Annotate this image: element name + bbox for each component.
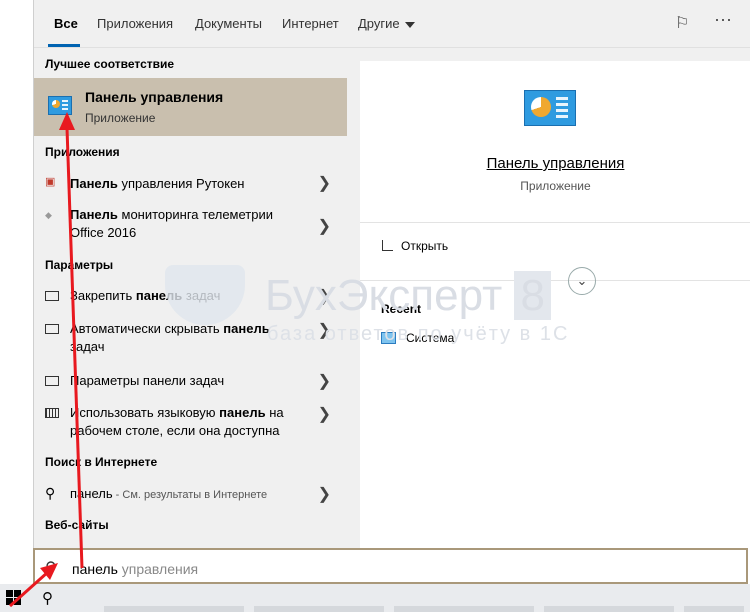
app-item-rest: мониторинга телеметрии — [117, 207, 273, 222]
setting-item-autohide[interactable]: Автоматически скрывать панель задач ❯ — [34, 320, 347, 360]
telemetry-icon: ◆ — [45, 210, 52, 220]
keyboard-icon — [45, 408, 59, 418]
app-item-rutoken[interactable]: ▣ Панель управления Рутокен ❯ — [34, 172, 347, 196]
chevron-right-icon: ❯ — [317, 322, 331, 339]
divider — [360, 222, 750, 223]
preview-pane: Панель управления Приложение Открыть ⌄ R… — [360, 61, 750, 548]
rutoken-icon: ▣ — [45, 176, 56, 188]
best-match-subtitle: Приложение — [85, 111, 156, 125]
web-suffix: - См. результаты в Интернете — [112, 489, 268, 501]
tab-apps[interactable]: Приложения — [97, 16, 173, 31]
taskbar-slot — [684, 606, 744, 612]
chevron-right-icon: ❯ — [317, 373, 331, 390]
search-box[interactable]: ⚲ панель управления — [33, 548, 748, 584]
setting-rest: на — [265, 405, 284, 420]
setting-item-taskbar-settings[interactable]: Параметры панели задач ❯ — [34, 371, 347, 395]
chevron-right-icon: ❯ — [317, 175, 331, 192]
setting-pre: Закрепить — [70, 288, 136, 303]
app-item-bold: Панель — [70, 207, 118, 222]
divider — [360, 280, 750, 281]
tab-internet[interactable]: Интернет — [282, 16, 339, 31]
section-settings: Параметры — [45, 258, 114, 272]
section-web-search: Поиск в Интернете — [45, 455, 158, 469]
setting-pre: Автоматически скрывать — [70, 321, 224, 336]
section-best-match: Лучшее соответствие — [45, 57, 175, 71]
screen: Все Приложения Документы Интернет Другие… — [0, 0, 750, 612]
taskbar-slot — [544, 606, 674, 612]
app-item-rest: управления Рутокен — [117, 176, 245, 191]
preview-subtitle: Приложение — [520, 179, 591, 193]
tab-all[interactable]: Все — [54, 16, 78, 31]
setting-line2: рабочем столе, если она доступна — [70, 423, 280, 438]
results-pane: Лучшее соответствие Панель управления Пр… — [34, 48, 347, 548]
search-icon: ⚲ — [45, 485, 56, 501]
expand-chevron-icon[interactable]: ⌄ — [568, 267, 596, 295]
open-label: Открыть — [401, 239, 449, 253]
control-panel-large-icon — [524, 90, 576, 126]
app-item-telemetry[interactable]: ◆ Панель мониторинга телеметрии Office 20… — [34, 206, 347, 246]
ellipsis-icon[interactable]: ··· — [714, 9, 732, 30]
chevron-right-icon: ❯ — [317, 218, 331, 235]
taskbar-slot — [104, 606, 244, 612]
setting-bold: панель — [223, 321, 270, 336]
caret-down-icon — [404, 21, 415, 28]
taskbar-slot — [394, 606, 534, 612]
app-item-line2: Office 2016 — [70, 225, 137, 240]
taskbar-icon — [45, 324, 59, 334]
section-apps: Приложения — [45, 145, 120, 159]
preview-title[interactable]: Панель управления — [360, 155, 750, 172]
setting-line2: задач — [70, 339, 105, 354]
search-input[interactable]: панель управления — [72, 561, 198, 577]
taskbar-icon — [45, 376, 59, 386]
system-icon — [381, 332, 396, 344]
taskbar-icon — [45, 291, 59, 301]
recent-item-system[interactable]: Система — [381, 331, 454, 345]
tab-bar: Все Приложения Документы Интернет Другие… — [34, 0, 750, 48]
best-match-item[interactable]: Панель управления Приложение — [34, 78, 347, 136]
feedback-icon[interactable]: ⚐ — [675, 13, 689, 33]
web-search-item[interactable]: ⚲ панель - См. результаты в Интернете ❯ — [34, 484, 347, 508]
chevron-right-icon: ❯ — [317, 486, 331, 503]
setting-item-pin-taskbar[interactable]: Закрепить панель задач ❯ — [34, 286, 347, 310]
search-window: Все Приложения Документы Интернет Другие… — [33, 0, 750, 548]
tab-more-label: Другие — [358, 16, 400, 31]
taskbar-search-icon[interactable]: ⚲ — [42, 589, 53, 607]
taskbar: ⚲ — [0, 584, 750, 612]
section-websites: Веб-сайты — [45, 518, 109, 532]
windows-icon[interactable] — [6, 590, 22, 606]
taskbar-slot — [254, 606, 384, 612]
setting-bold: панель — [135, 288, 183, 303]
best-match-title: Панель управления — [85, 89, 224, 105]
setting-bold: панель — [219, 405, 266, 420]
tab-underline — [48, 44, 80, 47]
recent-item-label: Система — [406, 331, 455, 345]
control-panel-icon — [48, 96, 72, 115]
chevron-right-icon: ❯ — [317, 406, 331, 423]
tab-documents[interactable]: Документы — [195, 16, 262, 31]
web-term: панель — [70, 486, 113, 501]
chevron-right-icon: ❯ — [317, 288, 331, 305]
open-icon — [382, 240, 393, 251]
search-icon: ⚲ — [45, 560, 57, 577]
open-action[interactable]: Открыть — [382, 239, 448, 253]
setting-item-language-bar[interactable]: Использовать языковую панель на рабочем с… — [34, 404, 347, 444]
setting-rest: задач — [182, 288, 221, 303]
recent-heading: Recent — [381, 302, 422, 316]
setting-pre: Использовать языковую — [70, 405, 220, 420]
search-suggestion: управления — [117, 561, 199, 577]
search-typed: панель — [72, 561, 118, 577]
app-item-bold: Панель — [70, 176, 118, 191]
setting-label: Параметры панели задач — [70, 373, 225, 388]
tab-more[interactable]: Другие — [358, 16, 415, 31]
